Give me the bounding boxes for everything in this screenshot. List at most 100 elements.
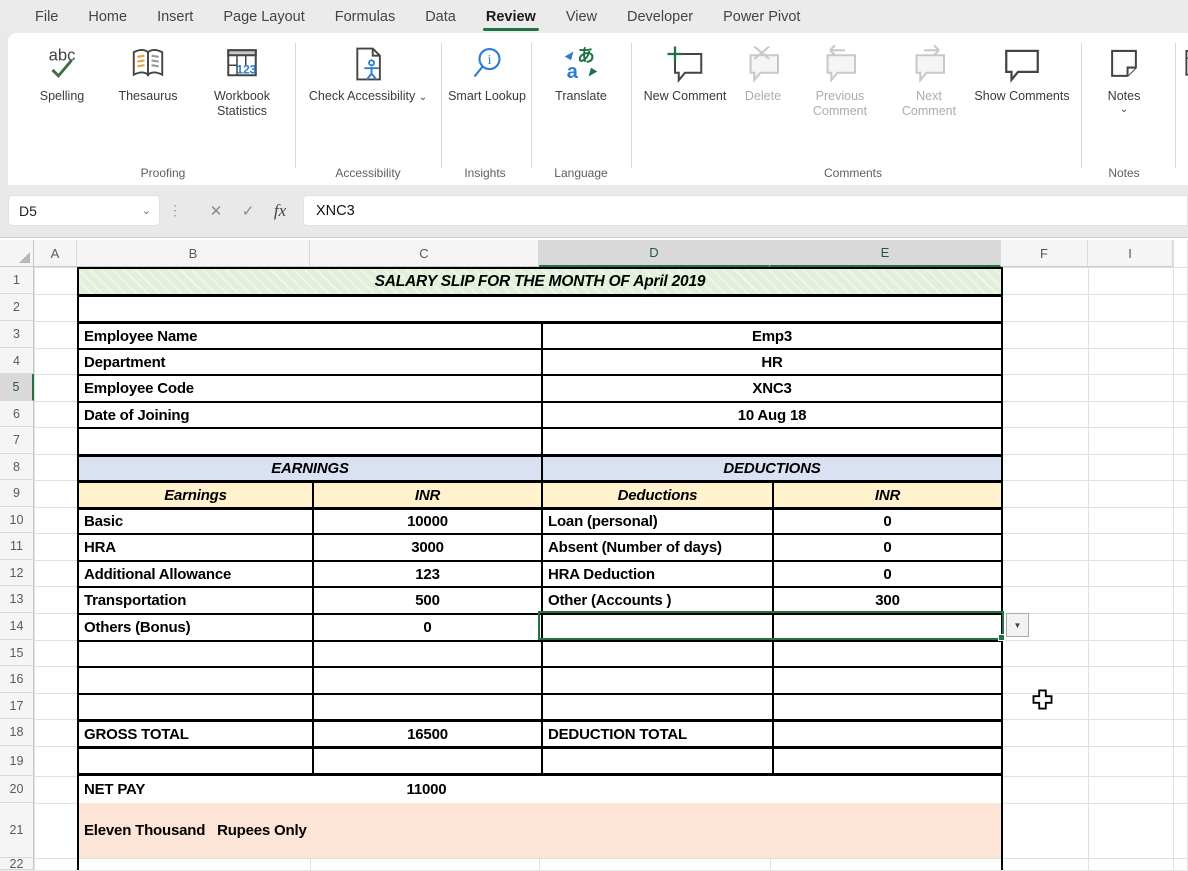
tab-formulas[interactable]: Formulas (320, 0, 410, 33)
row-header-18[interactable]: 18 (0, 719, 34, 746)
cell-deduction-inr[interactable]: 300 (772, 588, 1001, 613)
row-header-5[interactable]: 5 (0, 374, 34, 401)
cell-d17[interactable] (541, 695, 772, 719)
row-header-10[interactable]: 10 (0, 507, 34, 533)
cell-b16[interactable] (79, 668, 312, 693)
cell-net-pay-value[interactable]: 11000 (312, 776, 541, 803)
delete-comment-button[interactable]: Delete (735, 41, 791, 104)
insert-function-button[interactable]: fx (266, 197, 294, 225)
row-header-3[interactable]: 3 (0, 321, 34, 348)
cell-b2[interactable] (79, 297, 1001, 321)
row-header-20[interactable]: 20 (0, 776, 34, 803)
row-header-16[interactable]: 16 (0, 666, 34, 693)
row-header-4[interactable]: 4 (0, 348, 34, 374)
cell-e19[interactable] (772, 749, 1001, 773)
column-header-i[interactable]: I (1088, 240, 1173, 267)
data-validation-dropdown-button[interactable]: ▼ (1006, 613, 1029, 637)
cell-e15[interactable] (772, 642, 1001, 666)
cell-earning-name[interactable]: Additional Allowance (79, 562, 312, 586)
tab-data[interactable]: Data (410, 0, 471, 33)
cell-gross-total-value[interactable]: 16500 (312, 722, 541, 746)
translate-button[interactable]: あa Translate (538, 41, 624, 104)
cell-department-label[interactable]: Department (79, 350, 541, 374)
cell-earning-inr[interactable]: 123 (312, 562, 541, 586)
name-box[interactable]: D5 ⌄ (8, 195, 160, 226)
confirm-entry-button[interactable]: ✓ (234, 197, 262, 225)
cell-d7[interactable] (541, 429, 1001, 454)
row-header-13[interactable]: 13 (0, 586, 34, 613)
cell-e16[interactable] (772, 668, 1001, 693)
cell-department-value[interactable]: HR (541, 350, 1001, 374)
tab-developer[interactable]: Developer (612, 0, 708, 33)
workbook-statistics-button[interactable]: 123 Workbook Statistics (194, 41, 290, 119)
tab-review[interactable]: Review (471, 0, 551, 33)
smart-lookup-button[interactable]: i Smart Lookup (448, 41, 526, 104)
row-header-11[interactable]: 11 (0, 533, 34, 560)
row-header-1[interactable]: 1 (0, 267, 34, 294)
formula-bar-grip[interactable]: ⋮ (168, 202, 182, 219)
cell-date-of-joining-value[interactable]: 10 Aug 18 (541, 403, 1001, 427)
notes-button[interactable]: Notes ⌄ (1093, 41, 1155, 115)
cell-c17[interactable] (312, 695, 541, 719)
cell-earning-name[interactable]: Transportation (79, 588, 312, 613)
formula-input[interactable]: XNC3 (303, 195, 1188, 226)
cell-c16[interactable] (312, 668, 541, 693)
cell-date-of-joining-label[interactable]: Date of Joining (79, 403, 541, 427)
cell-earning-inr[interactable]: 3000 (312, 535, 541, 560)
protect-sheet-button-cutoff[interactable]: PrS (1183, 41, 1188, 119)
row-header-12[interactable]: 12 (0, 560, 34, 586)
cell-deductions-col-header[interactable]: Deductions (541, 483, 772, 507)
fill-handle[interactable] (998, 634, 1005, 641)
row-header-19[interactable]: 19 (0, 746, 34, 776)
cell-deduction-inr[interactable]: 0 (772, 562, 1001, 586)
cell-d14[interactable] (541, 615, 772, 640)
cell-earning-inr[interactable]: 500 (312, 588, 541, 613)
check-accessibility-button[interactable]: Check Accessibility ⌄ (308, 41, 428, 104)
row-header-22[interactable]: 22 (0, 858, 34, 870)
cell-d16[interactable] (541, 668, 772, 693)
row-header-21[interactable]: 21 (0, 803, 34, 858)
tab-home[interactable]: Home (73, 0, 142, 33)
previous-comment-button[interactable]: Previous Comment (794, 41, 886, 119)
thesaurus-button[interactable]: Thesaurus (104, 41, 192, 104)
column-header-c[interactable]: C (310, 240, 539, 267)
cell-earning-name[interactable]: Others (Bonus) (79, 615, 312, 640)
tab-power-pivot[interactable]: Power Pivot (708, 0, 815, 33)
cell-b17[interactable] (79, 695, 312, 719)
cell-earning-name[interactable]: Basic (79, 510, 312, 533)
cell-deduction-total-value[interactable] (772, 722, 1001, 746)
cell-c19[interactable] (312, 749, 541, 773)
row-header-9[interactable]: 9 (0, 480, 34, 507)
select-all-corner[interactable] (0, 240, 34, 267)
cell-inr-left-header[interactable]: INR (312, 483, 541, 507)
cell-d15[interactable] (541, 642, 772, 666)
row-header-7[interactable]: 7 (0, 427, 34, 454)
row-header-15[interactable]: 15 (0, 640, 34, 666)
cell-net-pay-label[interactable]: NET PAY (79, 776, 312, 803)
cell-earnings-header[interactable]: EARNINGS (79, 457, 541, 480)
row-header-8[interactable]: 8 (0, 454, 34, 480)
spelling-button[interactable]: abc Spelling (22, 41, 102, 104)
cell-title[interactable]: SALARY SLIP FOR THE MONTH OF April 2019 (79, 269, 1001, 294)
cell-b7[interactable] (79, 429, 541, 454)
row-header-14[interactable]: 14 (0, 613, 34, 640)
column-header-f[interactable]: F (1001, 240, 1088, 267)
cell-earnings-col-header[interactable]: Earnings (79, 483, 312, 507)
cell-amount-in-words[interactable]: Eleven Thousand Rupees Only (79, 803, 1001, 858)
cell-b22[interactable] (79, 858, 1001, 870)
cell-c15[interactable] (312, 642, 541, 666)
cell-b19[interactable] (79, 749, 312, 773)
cell-employee-code-value selected-cell[interactable]: XNC3 (541, 376, 1001, 401)
new-comment-button[interactable]: New Comment (640, 41, 730, 104)
tab-insert[interactable]: Insert (142, 0, 208, 33)
cell-deduction-name[interactable]: Other (Accounts ) (541, 588, 772, 613)
tab-file[interactable]: File (20, 0, 73, 33)
cell-deduction-name[interactable]: HRA Deduction (541, 562, 772, 586)
cancel-entry-button[interactable]: ✕ (202, 197, 230, 225)
column-header-a[interactable]: A (34, 240, 77, 267)
cell-inr-right-header[interactable]: INR (772, 483, 1001, 507)
cell-earning-inr[interactable]: 0 (312, 615, 541, 640)
row-header-6[interactable]: 6 (0, 401, 34, 427)
cell-deduction-name[interactable]: Loan (personal) (541, 510, 772, 533)
cell-deductions-header[interactable]: DEDUCTIONS (541, 457, 1001, 480)
